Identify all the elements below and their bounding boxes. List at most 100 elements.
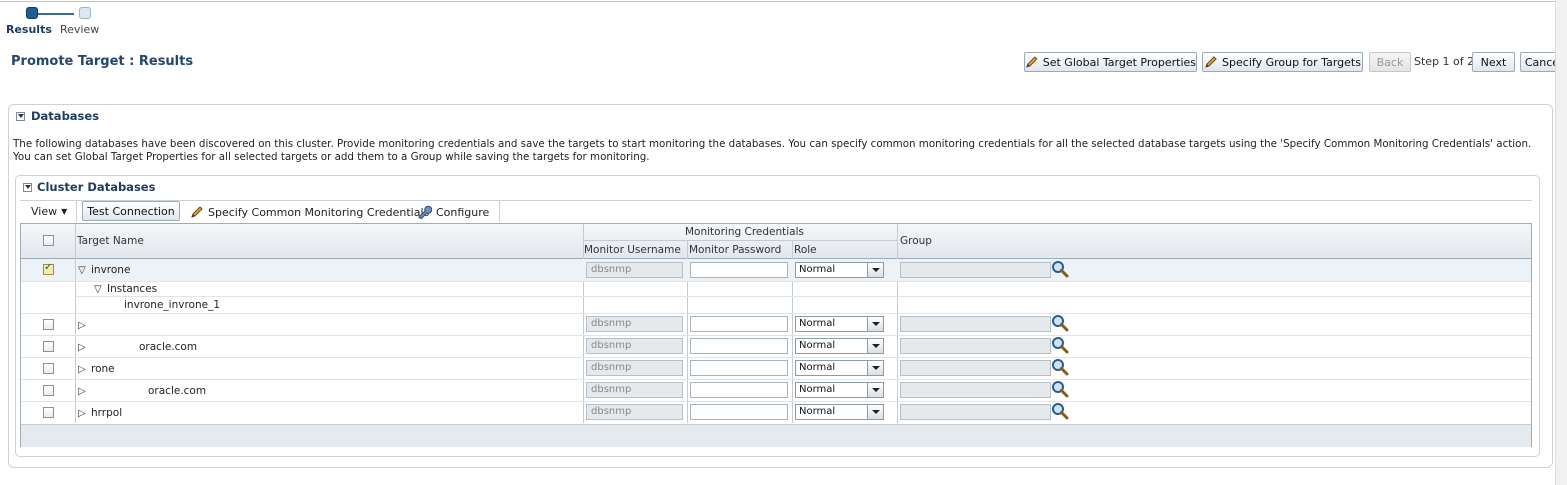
test-connection-button[interactable]: Test Connection [82,201,180,221]
chevron-down-icon [867,339,883,353]
expand-triangle-icon[interactable]: ▷ [78,342,86,353]
databases-title: Databases [31,109,100,123]
monitor-username-field[interactable]: dbsnmp [586,382,683,398]
table-footer [21,424,1531,447]
role-select[interactable]: Normal [795,404,884,420]
back-label: Back [1376,55,1404,69]
header-target-name[interactable]: Target Name [77,235,144,247]
train-stop-results[interactable] [26,7,38,19]
monitor-username-field[interactable]: dbsnmp [586,338,683,354]
role-select[interactable]: Normal [795,360,884,376]
monitor-password-field[interactable] [690,404,788,420]
next-button[interactable]: Next [1472,52,1515,72]
databases-description: The following databases have been discov… [13,138,1532,163]
search-icon[interactable] [1051,402,1069,420]
pencil-icon [1205,56,1217,68]
row-divider [21,281,1531,282]
monitor-password-field[interactable] [690,382,788,398]
target-name: oracle.com [148,385,207,397]
monitor-password-field[interactable] [690,360,788,376]
row-checkbox[interactable] [43,385,54,396]
role-select[interactable]: Normal [795,338,884,354]
train-connector [38,13,74,15]
target-name: oracle.com [139,341,198,353]
header-role[interactable]: Role [794,244,817,256]
group-field[interactable] [900,404,1051,420]
monitor-username-field[interactable]: dbsnmp [586,316,683,332]
specify-common-monitoring-credentials-button[interactable]: Specify Common Monitoring Credentials [190,205,429,219]
search-icon[interactable] [1051,314,1069,332]
view-menu[interactable]: View ▼ [31,205,67,218]
group-field[interactable] [900,262,1051,278]
header-group[interactable]: Group [900,235,932,247]
train-label-results[interactable]: Results [6,23,52,36]
chevron-down-icon [867,383,883,397]
set-global-target-properties-button[interactable]: Set Global Target Properties [1024,52,1197,72]
group-field[interactable] [900,360,1051,376]
row-checkbox[interactable] [43,363,54,374]
back-button[interactable]: Back [1369,52,1411,72]
configure-button[interactable]: Configure [417,205,489,219]
row-checkbox[interactable] [43,341,54,352]
role-select[interactable]: Normal [795,262,884,278]
row-divider [21,335,1531,336]
monitor-password-field[interactable] [690,338,788,354]
role-select[interactable]: Normal [795,382,884,398]
row-divider [21,357,1531,358]
collapse-triangle-icon[interactable]: ▽ [94,284,102,295]
set-global-label: Set Global Target Properties [1042,55,1196,69]
chevron-down-icon [867,361,883,375]
page-title: Promote Target : Results [11,54,194,69]
role-value: Normal [799,340,836,351]
specify-common-label: Specify Common Monitoring Credentials [208,205,430,219]
header-monitoring-credentials: Monitoring Credentials [685,226,805,238]
monitor-username-field[interactable]: dbsnmp [586,262,683,278]
monitor-password-field[interactable] [690,262,788,278]
search-icon[interactable] [1051,336,1069,354]
group-field[interactable] [900,382,1051,398]
row-checkbox[interactable] [43,262,54,275]
specify-group-label: Specify Group for Targets [1222,55,1361,69]
chevron-down-icon [867,405,883,419]
row-divider [75,296,1531,297]
vertical-scrollbar[interactable] [1555,0,1567,485]
view-label: View [31,205,58,218]
search-icon[interactable] [1051,380,1069,398]
instances-label: Instances [107,283,158,295]
train-stop-review[interactable] [79,7,91,19]
expand-triangle-icon[interactable]: ▷ [78,364,86,375]
top-divider [0,1,1567,2]
next-label: Next [1480,55,1507,69]
expand-triangle-icon[interactable]: ▷ [78,386,86,397]
row-checkbox[interactable] [43,407,54,418]
group-field[interactable] [900,338,1051,354]
header-monitor-username[interactable]: Monitor Username [584,244,681,256]
expand-triangle-icon[interactable]: ▷ [78,320,86,331]
test-connection-label: Test Connection [87,204,175,218]
monitor-password-field[interactable] [690,316,788,332]
target-name: hrrpol [91,407,123,419]
expand-triangle-icon[interactable]: ▷ [78,408,86,419]
cluster-databases-collapse-icon[interactable] [23,183,32,192]
row-checkbox[interactable] [43,319,54,330]
cluster-databases-table: Target Name Monitoring Credentials Monit… [20,223,1532,447]
chevron-down-icon [867,263,883,277]
group-field[interactable] [900,316,1051,332]
databases-collapse-icon[interactable] [16,112,25,121]
specify-group-for-targets-button[interactable]: Specify Group for Targets [1202,52,1363,72]
configure-label: Configure [436,205,490,219]
header-monitor-password[interactable]: Monitor Password [689,244,781,256]
role-select[interactable]: Normal [795,316,884,332]
chevron-down-icon [867,317,883,331]
column-divider [75,259,76,281]
search-icon[interactable] [1051,260,1069,278]
collapse-triangle-icon[interactable]: ▽ [78,265,86,276]
select-all-checkbox[interactable] [43,235,54,246]
monitor-username-field[interactable]: dbsnmp [586,404,683,420]
search-icon[interactable] [1051,358,1069,376]
chevron-down-icon: ▼ [61,207,68,216]
target-name: invrone [91,264,131,276]
train-label-review[interactable]: Review [60,23,99,36]
monitor-username-field[interactable]: dbsnmp [586,360,683,376]
row-divider [21,313,1531,314]
